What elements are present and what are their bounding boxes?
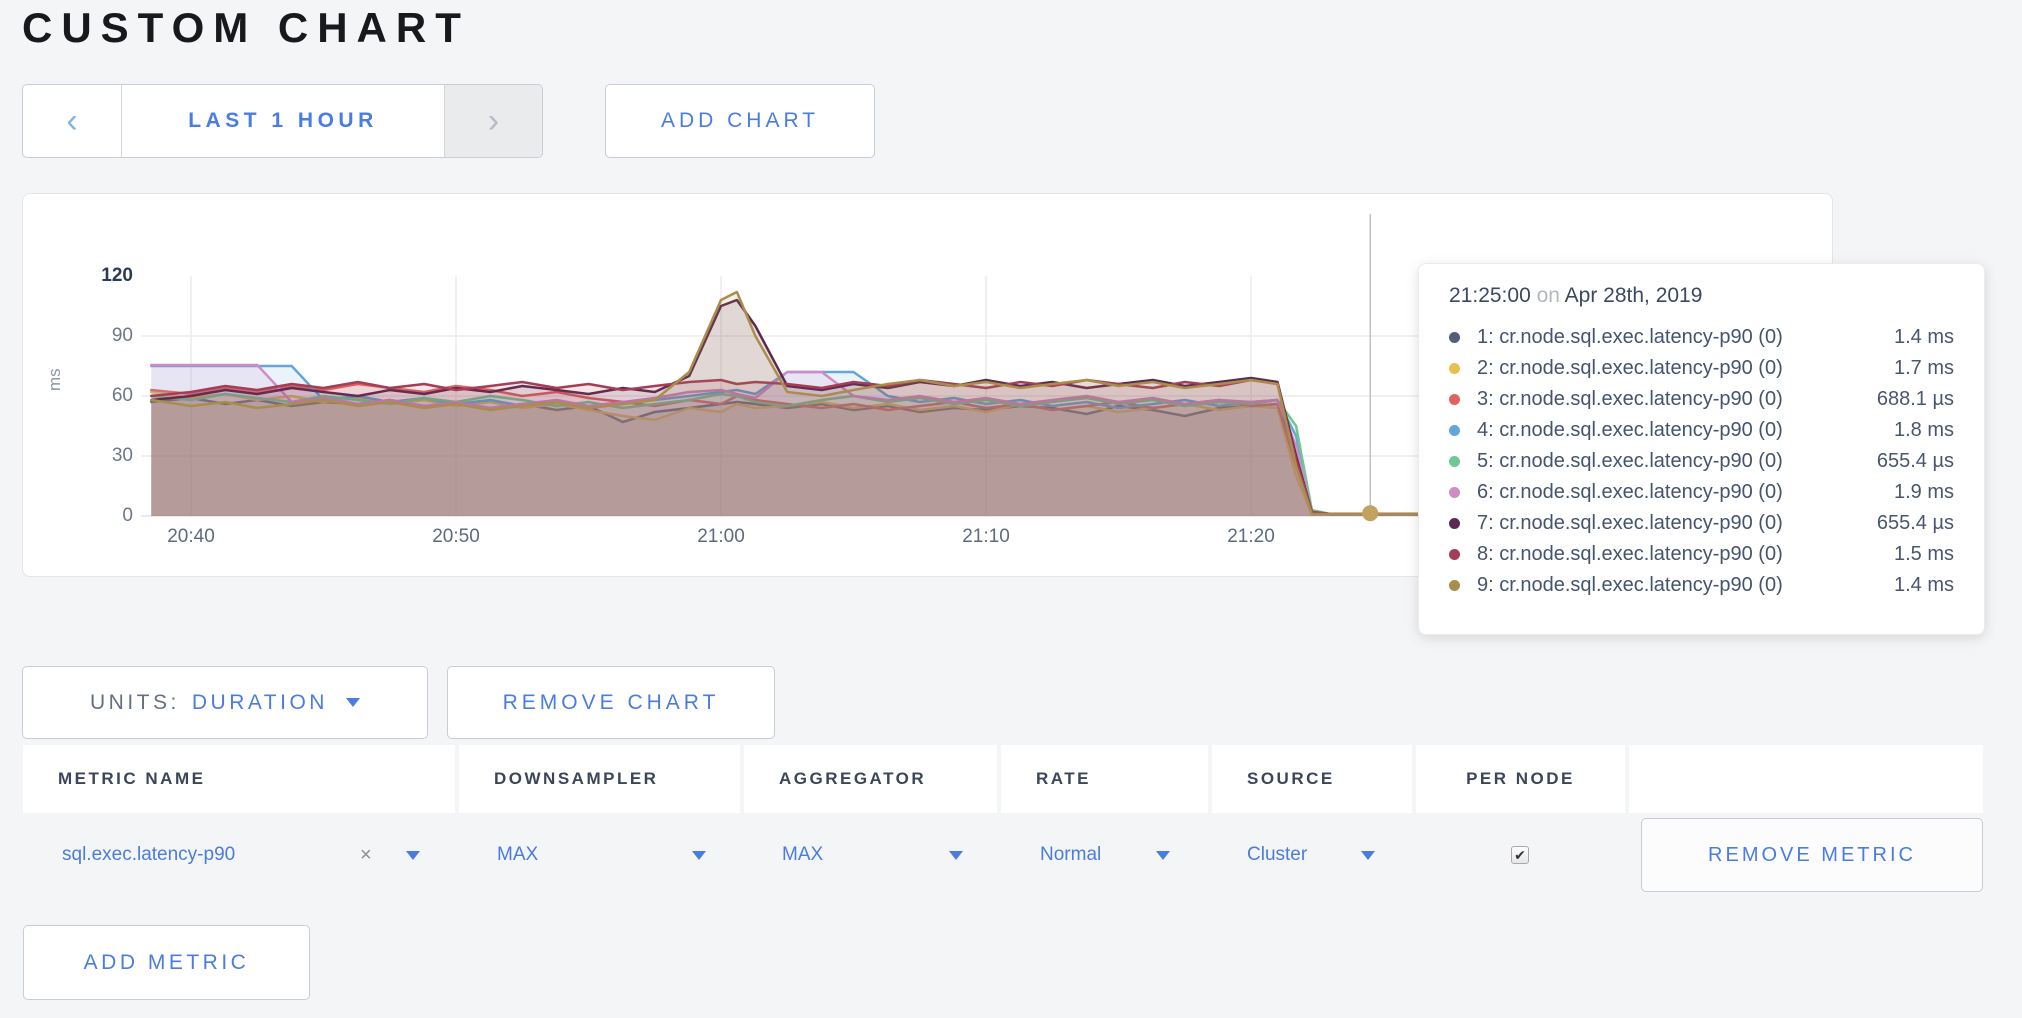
x-tick-label: 21:00	[697, 526, 745, 548]
tooltip-series-value: 1.4 ms	[1894, 326, 1954, 349]
tooltip-date: Apr 28th, 2019	[1565, 284, 1703, 307]
tooltip-series-label: 3: cr.node.sql.exec.latency-p90 (0)	[1477, 388, 1877, 411]
source-dropdown[interactable]	[1355, 818, 1375, 892]
tooltip-series-label: 7: cr.node.sql.exec.latency-p90 (0)	[1477, 512, 1877, 535]
tooltip-conjunction: on	[1537, 284, 1560, 307]
add-chart-button[interactable]: ADD CHART	[605, 84, 875, 158]
units-dropdown[interactable]: UNITS: DURATION	[22, 666, 428, 739]
remove-metric-button[interactable]: REMOVE METRIC	[1641, 818, 1983, 892]
tooltip-series-value: 655.4 µs	[1877, 512, 1954, 535]
aggregator-value[interactable]: MAX	[782, 818, 823, 892]
col-header-downsampler: DOWNSAMPLER	[459, 745, 740, 813]
col-header-per-node: PER NODE	[1416, 745, 1625, 813]
per-node-checkbox[interactable]: ✔	[1511, 846, 1529, 864]
col-header-source: SOURCE	[1212, 745, 1412, 813]
col-header-rate: RATE	[1001, 745, 1208, 813]
series-color-dot	[1449, 580, 1460, 591]
tooltip-series-label: 8: cr.node.sql.exec.latency-p90 (0)	[1477, 543, 1894, 566]
chevron-down-icon	[1361, 851, 1375, 860]
tooltip-series-label: 4: cr.node.sql.exec.latency-p90 (0)	[1477, 419, 1894, 442]
chevron-down-icon	[949, 851, 963, 860]
y-tick-label: 120	[33, 265, 133, 287]
source-value[interactable]: Cluster	[1247, 818, 1307, 892]
downsampler-value[interactable]: MAX	[497, 818, 538, 892]
tooltip-series-value: 655.4 µs	[1877, 450, 1954, 473]
col-header-metric-name: METRIC NAME	[23, 745, 455, 813]
tooltip-series-value: 1.9 ms	[1894, 481, 1954, 504]
rate-dropdown[interactable]	[1150, 818, 1170, 892]
tooltip-series-row: 6: cr.node.sql.exec.latency-p90 (0)1.9 m…	[1449, 477, 1954, 508]
y-tick-label: 30	[33, 445, 133, 467]
chevron-right-icon: ›	[488, 102, 499, 141]
hover-point-dot	[1362, 505, 1378, 521]
series-color-dot	[1449, 487, 1460, 498]
tooltip-series-row: 7: cr.node.sql.exec.latency-p90 (0)655.4…	[1449, 508, 1954, 539]
tooltip-series-row: 8: cr.node.sql.exec.latency-p90 (0)1.5 m…	[1449, 539, 1954, 570]
chevron-down-icon	[692, 851, 706, 860]
tooltip-series-row: 9: cr.node.sql.exec.latency-p90 (0)1.4 m…	[1449, 570, 1954, 601]
tooltip-series-row: 1: cr.node.sql.exec.latency-p90 (0)1.4 m…	[1449, 322, 1954, 353]
y-tick-label: 90	[33, 325, 133, 347]
series-color-dot	[1449, 363, 1460, 374]
tooltip-series-value: 1.8 ms	[1894, 419, 1954, 442]
tooltip-series-label: 1: cr.node.sql.exec.latency-p90 (0)	[1477, 326, 1894, 349]
units-value: DURATION	[192, 691, 328, 715]
tooltip-series-list: 1: cr.node.sql.exec.latency-p90 (0)1.4 m…	[1449, 322, 1954, 601]
clear-metric-icon[interactable]: ×	[360, 818, 372, 892]
tooltip-timestamp: 21:25:00 on Apr 28th, 2019	[1449, 284, 1954, 308]
chevron-down-icon	[1156, 851, 1170, 860]
col-header-actions	[1629, 745, 1983, 813]
x-tick-label: 20:50	[432, 526, 480, 548]
tooltip-series-label: 6: cr.node.sql.exec.latency-p90 (0)	[1477, 481, 1894, 504]
series-color-dot	[1449, 549, 1460, 560]
chevron-down-icon	[406, 851, 420, 860]
series-color-dot	[1449, 518, 1460, 529]
tooltip-series-label: 5: cr.node.sql.exec.latency-p90 (0)	[1477, 450, 1877, 473]
x-tick-label: 20:40	[167, 526, 215, 548]
tooltip-series-row: 2: cr.node.sql.exec.latency-p90 (0)1.7 m…	[1449, 353, 1954, 384]
y-tick-label: 60	[33, 385, 133, 407]
tooltip-series-row: 4: cr.node.sql.exec.latency-p90 (0)1.8 m…	[1449, 415, 1954, 446]
tooltip-series-value: 1.7 ms	[1894, 357, 1954, 380]
rate-value[interactable]: Normal	[1040, 818, 1101, 892]
series-color-dot	[1449, 394, 1460, 405]
units-label: UNITS:	[90, 691, 180, 715]
tooltip-time: 21:25:00	[1449, 284, 1531, 307]
metric-name-dropdown[interactable]	[400, 818, 420, 892]
x-tick-label: 21:20	[1227, 526, 1275, 548]
series-color-dot	[1449, 332, 1460, 343]
time-window-selector: ‹ LAST 1 HOUR ›	[22, 84, 543, 158]
per-node-cell: ✔	[1511, 818, 1529, 892]
tooltip-series-label: 2: cr.node.sql.exec.latency-p90 (0)	[1477, 357, 1894, 380]
series-color-dot	[1449, 456, 1460, 467]
tooltip-series-row: 3: cr.node.sql.exec.latency-p90 (0)688.1…	[1449, 384, 1954, 415]
time-window-next-button[interactable]: ›	[445, 85, 542, 157]
x-tick-label: 21:10	[962, 526, 1010, 548]
chevron-down-icon	[346, 698, 360, 707]
tooltip-series-row: 5: cr.node.sql.exec.latency-p90 (0)655.4…	[1449, 446, 1954, 477]
chart-hover-tooltip: 21:25:00 on Apr 28th, 2019 1: cr.node.sq…	[1418, 263, 1985, 635]
add-metric-button[interactable]: ADD METRIC	[23, 925, 310, 1000]
aggregator-dropdown[interactable]	[943, 818, 963, 892]
y-tick-label: 0	[33, 505, 133, 527]
metric-name-value[interactable]: sql.exec.latency-p90	[62, 818, 235, 892]
tooltip-series-label: 9: cr.node.sql.exec.latency-p90 (0)	[1477, 574, 1894, 597]
time-window-range-button[interactable]: LAST 1 HOUR	[121, 85, 445, 157]
time-window-prev-button[interactable]: ‹	[23, 85, 121, 157]
tooltip-series-value: 688.1 µs	[1877, 388, 1954, 411]
col-header-aggregator: AGGREGATOR	[744, 745, 997, 813]
series-color-dot	[1449, 425, 1460, 436]
tooltip-series-value: 1.5 ms	[1894, 543, 1954, 566]
downsampler-dropdown[interactable]	[686, 818, 706, 892]
tooltip-series-value: 1.4 ms	[1894, 574, 1954, 597]
page-title: CUSTOM CHART	[22, 4, 470, 52]
remove-chart-button[interactable]: REMOVE CHART	[447, 666, 775, 739]
chevron-left-icon: ‹	[66, 102, 77, 141]
